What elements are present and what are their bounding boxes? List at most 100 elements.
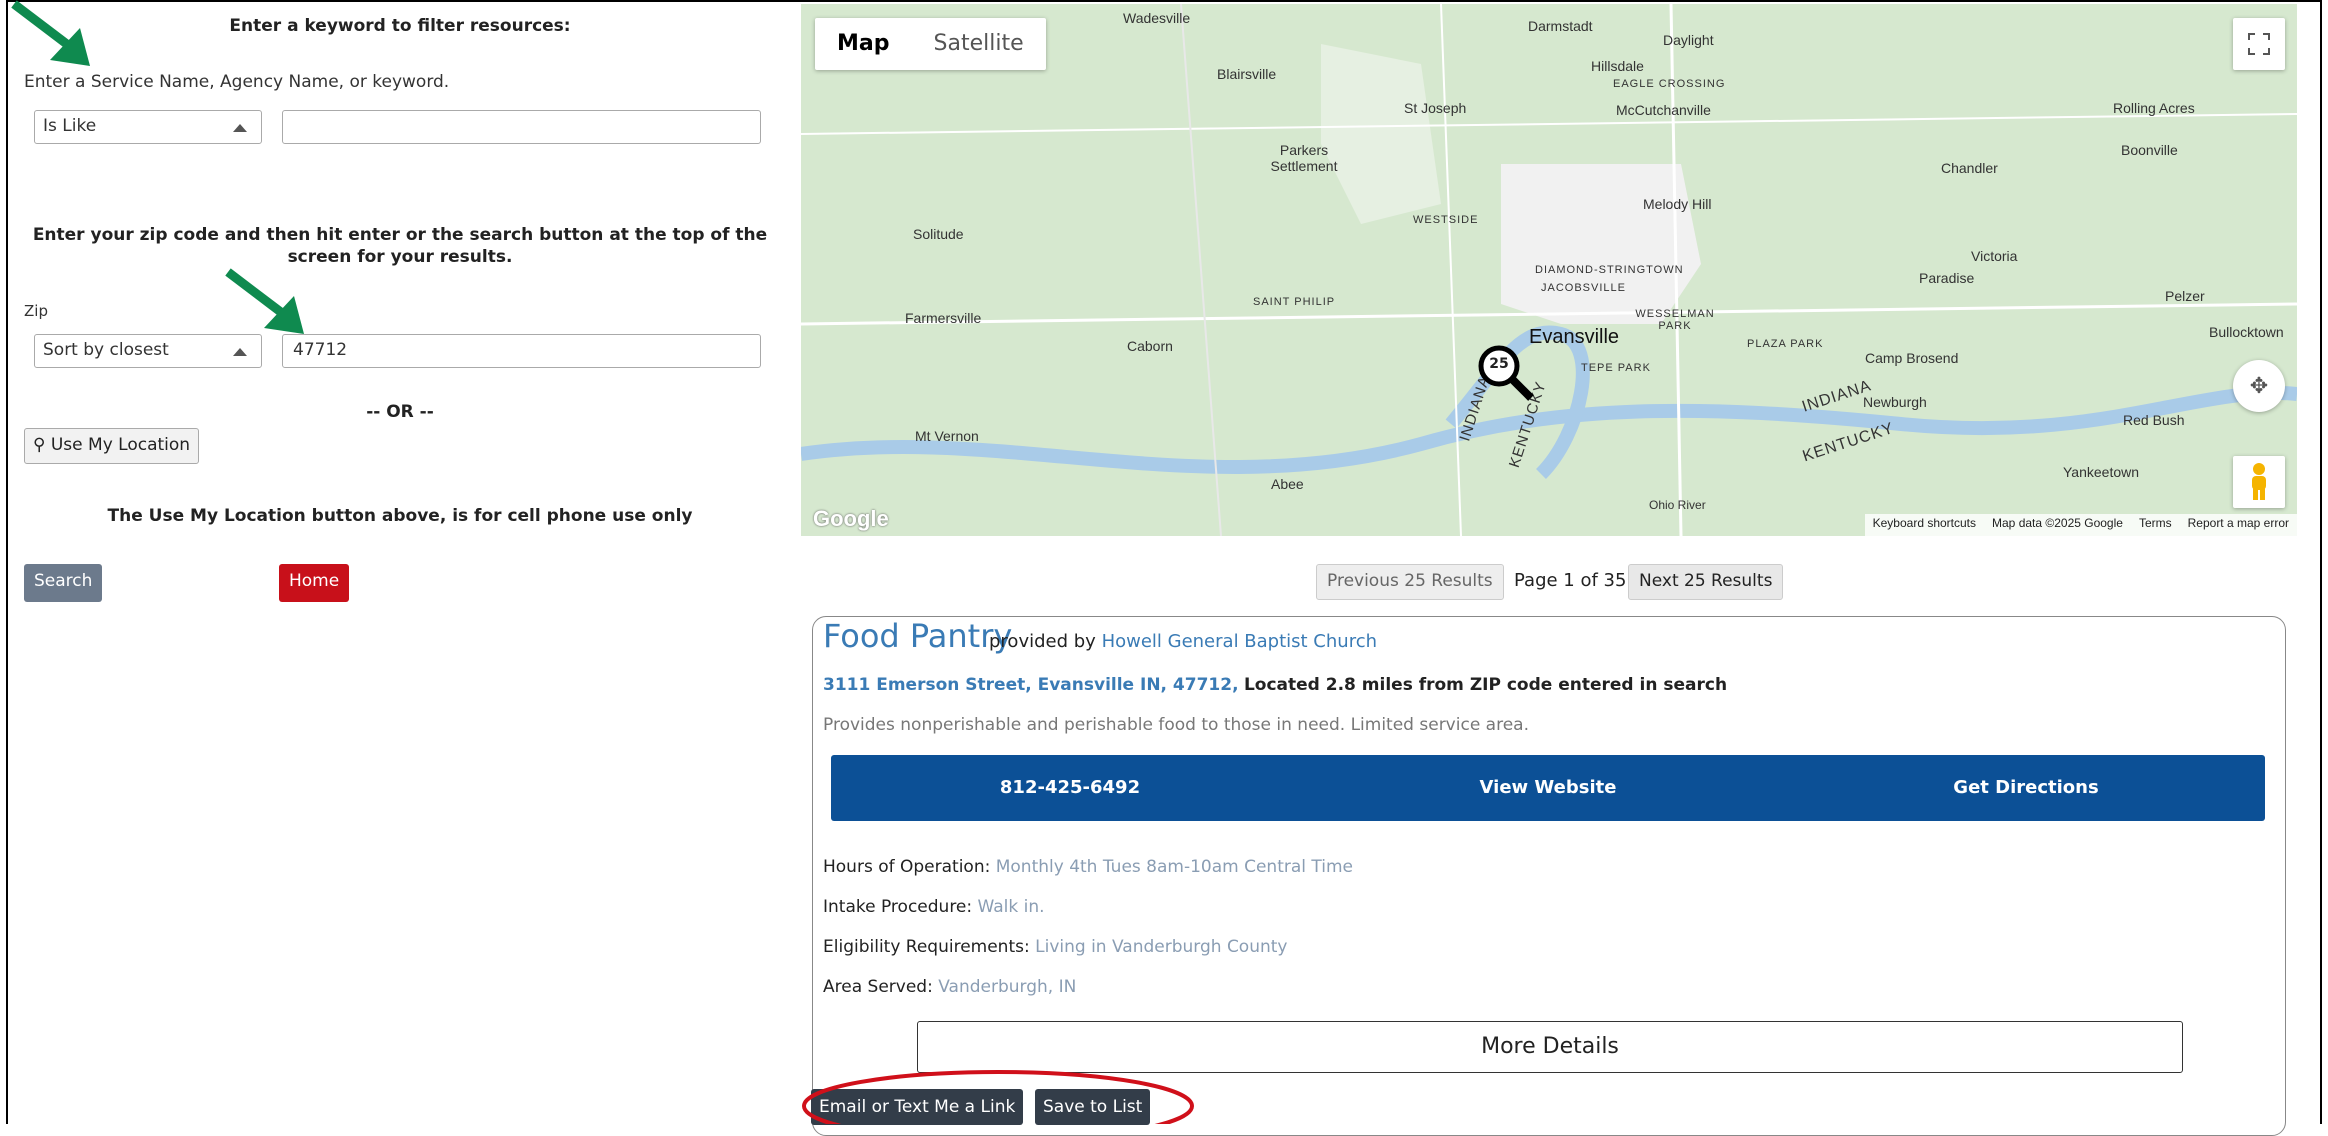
pan-arrows-icon: ✥	[2249, 373, 2269, 399]
map-place-label: EAGLE CROSSING	[1613, 78, 1726, 90]
match-select[interactable]: Is Like	[34, 110, 262, 144]
distance-text: Located 2.8 miles from ZIP code entered …	[1243, 675, 1728, 695]
caret-up-icon	[233, 124, 247, 132]
map-place-label: Newburgh	[1863, 394, 1927, 410]
map-place-label: JACOBSVILLE	[1541, 282, 1626, 294]
eligibility-label: Eligibility Requirements:	[823, 937, 1030, 957]
green-arrow-icon	[225, 268, 304, 334]
keyword-help: Enter a Service Name, Agency Name, or ke…	[24, 72, 450, 92]
hours-label: Hours of Operation:	[823, 857, 991, 877]
map-place-label: Farmersville	[905, 310, 982, 326]
area-label: Area Served:	[823, 977, 933, 997]
next-results-button[interactable]: Next 25 Results	[1628, 564, 1784, 600]
result-description: Provides nonperishable and perishable fo…	[823, 715, 1529, 735]
satellite-tab[interactable]: Satellite	[912, 18, 1046, 70]
zip-title: Enter your zip code and then hit enter o…	[32, 225, 768, 267]
fullscreen-button[interactable]	[2233, 18, 2285, 70]
map-place-label: TEPE PARK	[1581, 362, 1651, 374]
eligibility-value: Living in Vanderburgh County	[1035, 937, 1288, 957]
agency-link[interactable]: Howell General Baptist Church	[1102, 631, 1377, 652]
search-panel: Enter a keyword to filter resources: Ent…	[10, 0, 790, 1124]
map-data-text: Map data ©2025 Google	[1992, 516, 2123, 530]
map-place-label: Pelzer	[2165, 288, 2205, 304]
action-bar: 812-425-6492 View Website Get Directions	[831, 755, 2265, 821]
get-directions-button[interactable]: Get Directions	[1787, 755, 2265, 821]
map-place-label: Mt Vernon	[915, 428, 979, 444]
home-button[interactable]: Home	[279, 564, 350, 602]
map-place-label: Boonville	[2121, 142, 2178, 158]
area-row: Area Served: Vanderburgh, IN	[823, 977, 1076, 997]
map-place-label: Red Bush	[2123, 412, 2185, 428]
keyword-input[interactable]	[282, 110, 761, 144]
search-button[interactable]: Search	[24, 564, 103, 602]
previous-results-button[interactable]: Previous 25 Results	[1316, 564, 1504, 600]
map-place-label: Caborn	[1127, 338, 1173, 354]
map-place-label: Paradise	[1919, 270, 1975, 286]
match-select-value: Is Like	[43, 116, 97, 136]
use-my-location-button[interactable]: ⚲ Use My Location	[24, 428, 200, 464]
more-details-button[interactable]: More Details	[917, 1021, 2183, 1073]
map-place-label: SAINT PHILIP	[1253, 296, 1336, 308]
camera-control-button[interactable]: ✥	[2233, 360, 2285, 412]
result-card: Food Pantry provided by Howell General B…	[811, 616, 2286, 1136]
eligibility-row: Eligibility Requirements: Living in Vand…	[823, 937, 1288, 957]
page-indicator: Page 1 of 35	[1514, 570, 1627, 591]
sort-select-value: Sort by closest	[43, 340, 169, 360]
report-error-link[interactable]: Report a map error	[2188, 516, 2289, 534]
address-link[interactable]: 3111 Emerson Street, Evansville IN, 4771…	[823, 675, 1239, 695]
provider-line: provided by Howell General Baptist Churc…	[989, 631, 1377, 652]
map-place-label: Parkers Settlement	[1270, 142, 1338, 174]
map-type-control: Map Satellite	[815, 18, 1046, 70]
result-title[interactable]: Food Pantry	[823, 617, 1012, 655]
map-place-label: DIAMOND-STRINGTOWN	[1535, 264, 1684, 276]
hours-row: Hours of Operation: Monthly 4th Tues 8am…	[823, 857, 1353, 877]
map-place-label: Abee	[1271, 476, 1304, 492]
intake-value: Walk in.	[977, 897, 1045, 917]
google-logo: Google	[813, 506, 889, 531]
map-place-label: Daylight	[1663, 32, 1714, 48]
keyboard-shortcuts-link[interactable]: Keyboard shortcuts	[1873, 516, 1976, 534]
view-website-button[interactable]: View Website	[1309, 755, 1787, 821]
sort-select[interactable]: Sort by closest	[34, 334, 262, 368]
map-place-label: Rolling Acres	[2113, 100, 2195, 116]
red-highlight-ellipse	[802, 1070, 1194, 1124]
map-place-label: Solitude	[913, 226, 964, 242]
zip-input[interactable]: 47712	[282, 334, 761, 368]
pegman-icon	[2252, 463, 2266, 500]
street-view-pegman[interactable]	[2233, 456, 2285, 508]
use-my-location-label: Use My Location	[50, 435, 191, 455]
map-place-label: Darmstadt	[1528, 18, 1593, 34]
map-place-label: Evansville	[1529, 326, 1620, 348]
map-place-label: WESTSIDE	[1413, 214, 1479, 226]
map-place-label: Yankeetown	[2063, 464, 2140, 480]
fullscreen-icon	[2248, 33, 2270, 55]
map-place-label: Melody Hill	[1643, 196, 1712, 212]
zip-label: Zip	[24, 302, 48, 320]
map-place-label: Blairsville	[1217, 66, 1277, 82]
intake-row: Intake Procedure: Walk in.	[823, 897, 1045, 917]
map-place-label: Camp Brosend	[1865, 350, 1959, 366]
phone-button[interactable]: 812-425-6492	[831, 755, 1309, 821]
cluster-count: 25	[1489, 356, 1509, 372]
map-pin-icon: ⚲	[33, 435, 46, 455]
terms-link[interactable]: Terms	[2139, 516, 2172, 534]
keyword-title: Enter a keyword to filter resources:	[229, 16, 571, 36]
map-place-label: St Joseph	[1404, 100, 1467, 116]
area-value: Vanderburgh, IN	[938, 977, 1077, 997]
map-place-label: Victoria	[1971, 248, 2018, 264]
map-place-label: Chandler	[1941, 160, 1998, 176]
map-place-label: WESSELMAN PARK	[1635, 308, 1715, 332]
map-attribution: Keyboard shortcuts Map data ©2025 Google…	[1864, 514, 2297, 536]
map-place-label: McCutchanville	[1616, 102, 1711, 118]
map-tab[interactable]: Map	[815, 18, 912, 70]
hours-value: Monthly 4th Tues 8am-10am Central Time	[995, 857, 1354, 877]
location-note: The Use My Location button above, is for…	[107, 506, 693, 526]
map-view[interactable]: Map Satellite ✥ Wadesville Darmstadt Day…	[801, 4, 2297, 536]
map-place-label: Bullocktown	[2209, 324, 2284, 340]
provided-by-text: provided by	[989, 631, 1096, 652]
cluster-marker[interactable]: 25	[1477, 344, 1537, 404]
or-separator: -- OR --	[366, 402, 434, 422]
caret-up-icon	[233, 348, 247, 356]
map-place-label: PLAZA PARK	[1747, 338, 1824, 350]
map-place-label: Wadesville	[1123, 10, 1191, 26]
